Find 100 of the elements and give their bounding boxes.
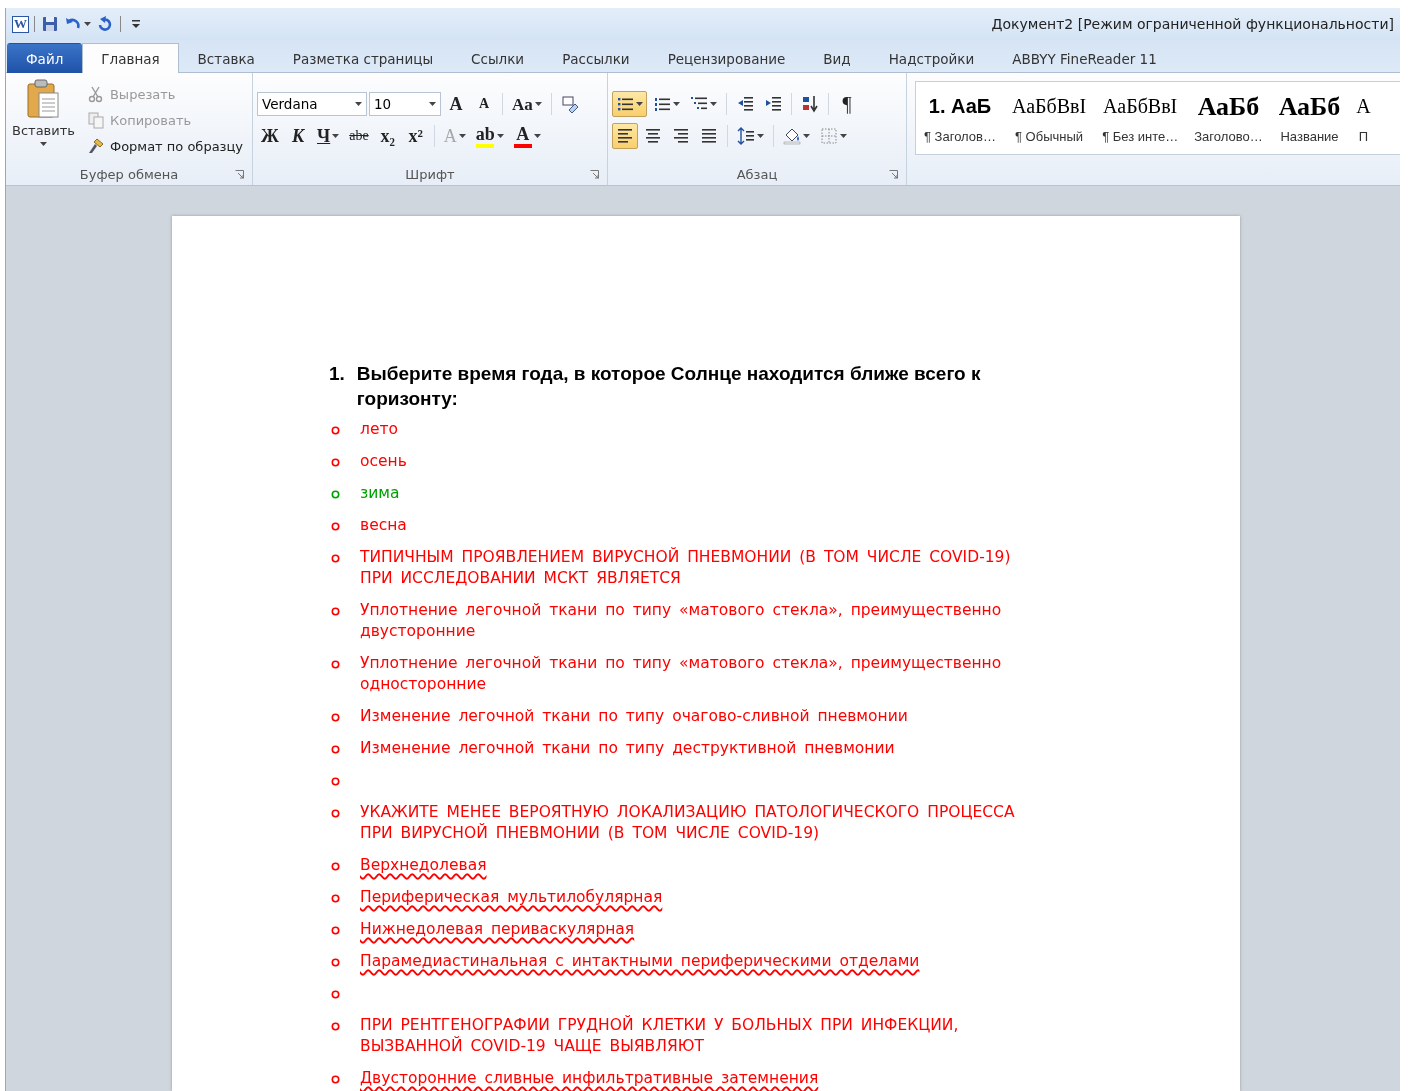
italic-button[interactable]: К [285,123,311,149]
redo-icon [96,15,114,33]
list-item-text: осень [360,451,408,472]
list-item-text: ТИПИЧНЫМ ПРОЯВЛЕНИЕМ ВИРУСНОЙ ПНЕВМОНИИ (В ТОМ ЧИСЛЕ COVID-19) ПРИ ИССЛЕДОВАНИИ МСКТ ЯВЛЯЕТСЯ [360,547,1012,589]
paste-button[interactable]: Вставить [10,77,77,163]
style-preset[interactable]: А П [1348,82,1379,154]
superscript-button[interactable]: x² [402,123,429,149]
bullet-icon [329,458,342,467]
font-color-button[interactable]: A [509,123,545,149]
cut-icon [86,85,105,103]
dialog-launcher-icon[interactable] [889,170,898,179]
bullet-icon [329,990,342,999]
clipboard-icon [26,79,61,119]
caret-icon [355,102,362,106]
bullet-icon [329,660,342,669]
underline-button[interactable]: Ч [313,123,344,149]
shrink-font-button[interactable]: A [471,91,497,117]
highlight-button[interactable]: ab [471,123,508,149]
group-label: Буфер обмена [79,166,179,182]
outdent-icon [736,95,754,113]
ribbon-tab[interactable]: Рецензирование [648,43,805,73]
ribbon-tab[interactable]: Ссылки [452,43,544,73]
borders-icon [820,127,838,145]
dialog-launcher-icon[interactable] [590,170,599,179]
bullet-icon [329,522,342,531]
align-left-button[interactable] [612,123,638,149]
style-preset[interactable]: 1. АаБ ¶ Заголов… [916,82,1004,154]
font-size-field[interactable]: 10 [369,92,441,116]
list-item-text: Верхнедолевая [360,855,488,876]
font-name-field[interactable]: Verdana [257,92,367,116]
list-item-text: Изменение легочной ткани по типу деструктивной пневмонии [360,738,896,759]
list-item-text: лето [360,419,399,440]
bullet-icon [329,426,342,435]
list-item-text: УКАЖИТЕ МЕНЕЕ ВЕРОЯТНУЮ ЛОКАЛИЗАЦИЮ ПАТОЛОГИЧЕСКОГО ПРОЦЕССА ПРИ ВИРУСНОЙ ПНЕВМОНИИ (В ТОМ ЧИСЛЕ COVID-19) [360,802,1016,844]
style-preset[interactable]: АаБб Заголово… [1186,82,1271,154]
bullet-icon [329,490,342,499]
save-button[interactable] [40,14,60,34]
pilcrow-button[interactable]: ¶ [834,91,860,117]
bullet-icon [329,862,342,871]
save-icon [41,15,59,33]
bullet-icon [329,809,342,818]
bullet-icon [329,926,342,935]
style-preset[interactable]: АаБбВвI ¶ Обычный [1003,82,1095,154]
list-item-text: зима [360,483,401,504]
group-label: Шрифт [405,166,455,182]
bullet-icon [329,607,342,616]
bullet-icon [329,554,342,563]
caret-icon [39,142,47,146]
list-item-text: Парамедиастинальная с интактными периферическими отделами [360,951,921,972]
style-preset[interactable]: АаБбВвI ¶ Без инте… [1094,82,1187,154]
style-preset[interactable]: АаБб Название [1270,82,1349,154]
ribbon-tab[interactable]: Рассылки [543,43,649,73]
bullets-button[interactable] [612,91,647,117]
ribbon-tab[interactable]: Разметка страницы [273,43,453,73]
word-logo[interactable]: W [12,15,29,33]
line-spacing-icon [737,127,755,145]
bullet-icon [329,777,342,786]
list-item-text: ПРИ РЕНТГЕНОГРАФИИ ГРУДНОЙ КЛЕТКИ У БОЛЬНЫХ ПРИ ИНФЕКЦИИ, ВЫЗВАННОЙ COVID-19 ЧАЩЕ ВЫЯВЛЯЮТ [360,1015,960,1057]
ribbon-tab[interactable]: Вид [804,43,870,73]
list-item-text: Нижнедолевая периваскулярная [360,919,636,940]
bullet-icon [329,745,342,754]
caret-icon [429,102,436,106]
numbering-icon [653,95,671,113]
group-label: Абзац [736,166,778,182]
change-case-button[interactable]: Aa [508,91,546,117]
indent-icon [764,95,782,113]
strikethrough-button[interactable]: abe [345,123,373,149]
file-tab[interactable]: Файл [7,43,83,73]
list-item-text: Уплотнение легочной ткани по типу «матового стекла», преимущественно двусторонние [360,600,1003,642]
question-text: Выберите время года, в которое Солнце находится ближе всего к горизонту: [356,362,982,411]
format-painter-button[interactable]: Формат по образцу [82,135,248,157]
ribbon-tab[interactable]: Вставка [178,43,274,73]
bullets-icon [616,95,634,113]
bullet-icon [329,958,342,967]
grow-font-button[interactable]: A [443,91,469,117]
list-item-text: Двусторонние сливные инфильтративные затемнения [360,1068,820,1089]
copy-icon [86,111,105,129]
ribbon-tab[interactable]: Надстройки [869,43,994,73]
window-title: Документ2 [Режим ограниченной функциональности] [991,16,1394,32]
clear-format-icon [560,95,579,113]
list-item-text: Изменение легочной ткани по типу очагово-сливной пневмонии [360,706,909,727]
bullet-icon [329,713,342,722]
justify-icon [700,127,718,145]
list-item-text: Уплотнение легочной ткани по типу «матового стекла», преимущественно односторонние [360,653,1003,695]
subscript-button[interactable]: x₂ [374,123,401,149]
dialog-launcher-icon[interactable] [235,170,244,179]
list-item-text: весна [360,515,408,536]
bullet-icon [329,894,342,903]
question-number: 1. [329,362,345,386]
list-item-text: Периферическая мультилобулярная [360,887,664,908]
bullet-icon [329,1022,342,1031]
shading-icon [783,127,801,145]
align-right-icon [672,127,690,145]
format-painter-icon [86,137,105,155]
align-center-icon [644,127,662,145]
bullet-icon [329,1075,342,1084]
align-left-icon [616,127,634,145]
ribbon-tab[interactable]: Главная [82,43,179,73]
bold-button[interactable]: Ж [257,123,283,149]
ribbon-tab[interactable]: ABBYY FineReader 11 [993,43,1176,73]
